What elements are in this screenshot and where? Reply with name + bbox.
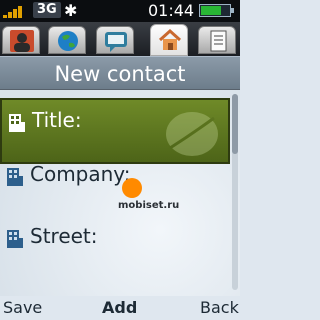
clock: 01:44	[148, 1, 195, 20]
tab-bar	[0, 22, 240, 56]
watermark-text: mobiset.ru	[118, 200, 180, 211]
scrollbar[interactable]	[232, 94, 238, 290]
page-title: New contact	[0, 56, 240, 90]
scrollbar-thumb[interactable]	[232, 94, 238, 154]
bluetooth-icon: ✱	[64, 1, 78, 20]
home-icon	[158, 28, 182, 50]
globe-icon	[58, 31, 78, 51]
tab-contact-photo[interactable]	[2, 26, 40, 54]
tab-messages[interactable]	[96, 26, 134, 54]
signal-strength-icon	[3, 4, 27, 18]
title-label: Title:	[32, 108, 82, 132]
tab-internet[interactable]	[48, 26, 86, 54]
person-icon	[10, 30, 34, 52]
contact-form: Title: Company: mobiset.ru Street:	[0, 90, 240, 296]
watermark: mobiset.ru	[118, 178, 180, 218]
add-softkey[interactable]: Add	[102, 298, 137, 318]
building-icon	[7, 230, 23, 248]
street-field[interactable]: Street:	[0, 216, 230, 282]
battery-level	[201, 6, 221, 15]
street-label: Street:	[30, 224, 98, 248]
network-type-badge: 3G	[33, 2, 61, 18]
tab-home[interactable]	[150, 24, 188, 56]
company-field[interactable]: Company:	[0, 154, 230, 220]
building-icon	[7, 168, 23, 186]
notes-icon	[210, 30, 227, 52]
watermark-logo-icon	[122, 178, 142, 198]
company-label: Company:	[30, 162, 131, 186]
status-bar: 3G ✱ 01:44	[0, 0, 240, 22]
tab-notes[interactable]	[198, 26, 236, 54]
softkey-bar: Save Add Back	[0, 296, 240, 320]
battery-icon	[199, 4, 234, 17]
back-softkey[interactable]: Back	[200, 298, 239, 318]
building-icon	[9, 114, 25, 132]
leaf-decoration	[166, 112, 218, 156]
save-softkey[interactable]: Save	[3, 298, 42, 318]
message-icon	[105, 32, 127, 52]
